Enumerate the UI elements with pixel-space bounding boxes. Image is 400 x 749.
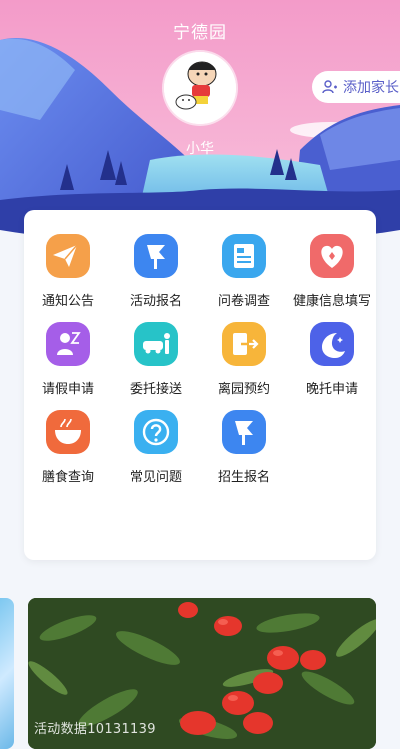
cartoon-avatar-icon [164,52,236,124]
menu-item-3[interactable]: 问卷调查 [200,210,288,309]
car-pickup-icon [134,322,178,366]
menu-item-10[interactable]: 常见问题 [112,386,200,485]
function-menu-grid: 通知公告 活动报名 问卷调查 健康信息填写请假申请 委托接送 离园预约晚托申请膳食查询 常见… [24,210,376,560]
add-person-icon [322,79,338,95]
add-parent-button[interactable]: 添加家长 [312,71,400,103]
paper-plane-icon [46,234,90,278]
banner-caption: 活动数据10131139 [34,722,156,737]
exit-arrow-icon [222,322,266,366]
menu-item-label: 招生报名 [217,470,270,485]
menu-item-5[interactable]: 请假申请 [24,298,112,397]
menu-item-label: 膳食查询 [41,470,94,485]
leave-person-icon [46,322,90,366]
bowl-icon [46,410,90,454]
menu-item-label: 晚托申请 [305,382,358,397]
menu-item-2[interactable]: 活动报名 [112,210,200,309]
heart-icon [310,234,354,278]
child-avatar[interactable] [164,52,236,124]
menu-item-6[interactable]: 委托接送 [112,298,200,397]
menu-item-11[interactable]: 招生报名 [200,386,288,485]
activity-banner[interactable]: 活动数据10131139 [28,598,376,749]
menu-item-label: 常见问题 [129,470,182,485]
add-parent-label: 添加家长 [343,80,399,96]
menu-item-8[interactable]: 晚托申请 [288,298,376,397]
flag-icon [222,410,266,454]
child-name: 小华 [186,141,214,157]
school-name: 宁德园 [173,23,227,43]
document-icon [222,234,266,278]
question-icon [134,410,178,454]
flag-icon [134,234,178,278]
menu-item-1[interactable]: 通知公告 [24,210,112,309]
menu-item-4[interactable]: 健康信息填写 [288,210,376,309]
menu-item-9[interactable]: 膳食查询 [24,386,112,485]
prev-banner-slide[interactable] [0,598,14,749]
moon-icon [310,322,354,366]
menu-item-7[interactable]: 离园预约 [200,298,288,397]
function-menu-card: 通知公告 活动报名 问卷调查 健康信息填写请假申请 委托接送 离园预约晚托申请膳食查询 常见… [24,210,376,560]
